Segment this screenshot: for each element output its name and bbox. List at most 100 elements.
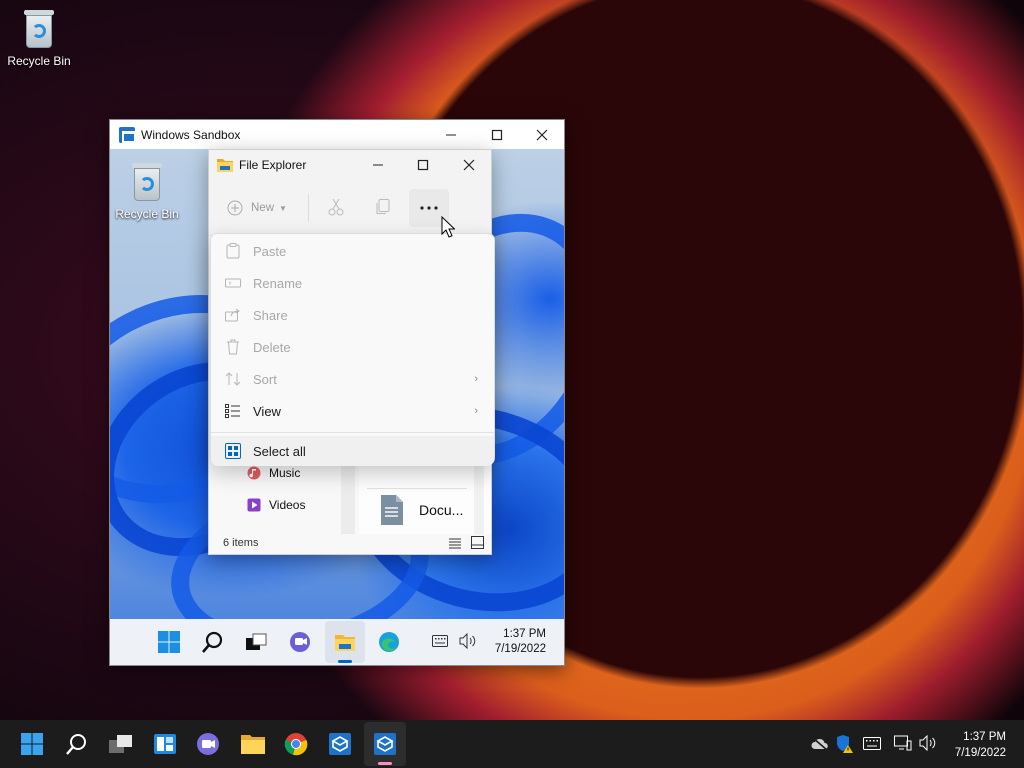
explorer-status-bar: 6 items <box>209 534 491 554</box>
chevron-right-icon: › <box>474 373 478 385</box>
explorer-minimize-button[interactable] <box>355 150 401 180</box>
menu-item-sort[interactable]: Sort › <box>211 363 494 395</box>
mouse-pointer-icon <box>441 216 455 238</box>
menu-item-share[interactable]: Share <box>211 299 494 331</box>
menu-item-paste[interactable]: Paste <box>211 235 494 267</box>
nav-item-music[interactable]: Music <box>247 466 300 480</box>
menu-item-label: View <box>253 403 281 419</box>
desktop-recycle-bin[interactable]: Recycle Bin <box>4 8 74 68</box>
security-warning-icon[interactable] <box>836 734 854 754</box>
maximize-icon <box>417 159 429 171</box>
search-icon[interactable] <box>201 630 225 654</box>
chat-icon[interactable] <box>196 732 220 756</box>
select-all-icon <box>225 443 241 459</box>
document-icon <box>381 495 403 525</box>
host-date: 7/19/2022 <box>954 747 1006 759</box>
explorer-maximize-button[interactable] <box>400 150 446 180</box>
volume-icon[interactable] <box>919 735 939 751</box>
sandbox-maximize-button[interactable] <box>474 120 520 149</box>
host-clock[interactable]: 1:37 PM 7/19/2022 <box>944 729 1006 761</box>
menu-item-rename[interactable]: Rename <box>211 267 494 299</box>
divider <box>367 488 467 489</box>
keyboard-icon[interactable] <box>432 635 448 647</box>
menu-item-label: Delete <box>253 339 291 355</box>
start-icon[interactable] <box>21 733 43 755</box>
copy-icon[interactable] <box>374 198 392 216</box>
plus-circle-icon <box>227 200 243 216</box>
menu-item-delete[interactable]: Delete <box>211 331 494 363</box>
menu-item-label: Paste <box>253 243 287 259</box>
task-view-icon[interactable] <box>108 732 134 756</box>
sandbox-titlebar[interactable]: Windows Sandbox <box>110 120 564 149</box>
close-icon <box>463 159 475 171</box>
file-explorer-icon[interactable] <box>333 630 357 654</box>
new-label: New <box>251 202 275 214</box>
start-icon[interactable] <box>157 630 181 654</box>
cut-icon[interactable] <box>327 198 345 216</box>
maximize-icon <box>491 129 503 140</box>
explorer-close-button[interactable] <box>446 150 492 180</box>
sandbox-clock[interactable]: 1:37 PM 7/19/2022 <box>480 627 546 657</box>
menu-item-label: Share <box>253 307 288 323</box>
file-item-label: Docu... <box>419 502 464 518</box>
recycle-bin-icon <box>130 161 164 203</box>
close-icon <box>536 129 548 140</box>
nav-item-label: Music <box>269 466 301 480</box>
network-icon[interactable] <box>894 735 912 751</box>
sandbox-minimize-button[interactable] <box>428 120 474 149</box>
sandbox-date: 7/19/2022 <box>494 643 546 655</box>
explorer-titlebar[interactable]: File Explorer <box>209 150 491 180</box>
sandbox-recycle-bin[interactable]: Recycle Bin <box>112 161 182 221</box>
host-taskbar: 1:37 PM 7/19/2022 <box>0 720 1024 768</box>
sandbox-icon[interactable] <box>328 732 352 756</box>
new-button[interactable]: New ▼ <box>227 196 287 220</box>
tiles-view-icon[interactable] <box>471 536 484 549</box>
pane-splitter[interactable] <box>341 460 355 534</box>
widgets-icon[interactable] <box>153 732 177 756</box>
minimize-icon <box>373 164 383 166</box>
nav-item-videos[interactable]: Videos <box>247 498 305 512</box>
explorer-title: File Explorer <box>239 158 307 172</box>
menu-item-label: Rename <box>253 275 303 291</box>
chevron-right-icon: › <box>474 405 478 417</box>
edge-icon[interactable] <box>377 630 401 654</box>
details-view-icon[interactable] <box>449 537 461 549</box>
sort-icon <box>225 371 241 387</box>
menu-item-view[interactable]: View › <box>211 395 494 427</box>
menu-item-label: Sort <box>253 371 277 387</box>
file-item-document[interactable]: Docu... <box>379 494 463 526</box>
keyboard-icon[interactable] <box>863 737 881 750</box>
volume-icon[interactable] <box>459 633 477 649</box>
chevron-down-icon: ▼ <box>279 203 287 213</box>
videos-icon <box>247 498 261 512</box>
host-time: 1:37 PM <box>963 731 1006 743</box>
ellipsis-icon <box>420 206 438 210</box>
divider <box>308 194 309 222</box>
rename-icon <box>225 275 241 291</box>
view-icon <box>225 403 241 419</box>
chrome-icon[interactable] <box>284 732 308 756</box>
item-count: 6 items <box>223 537 259 549</box>
recycle-bin-icon <box>22 8 56 50</box>
task-view-icon[interactable] <box>244 630 268 654</box>
sandbox-close-button[interactable] <box>519 120 565 149</box>
sandbox-running-icon[interactable] <box>373 732 397 756</box>
sandbox-recycle-bin-label: Recycle Bin <box>115 207 179 221</box>
search-icon[interactable] <box>65 732 89 756</box>
cloud-offline-icon[interactable] <box>811 737 829 751</box>
sandbox-app-icon <box>119 126 136 143</box>
active-indicator <box>338 660 352 663</box>
nav-item-label: Videos <box>269 498 306 512</box>
share-icon <box>225 307 241 323</box>
menu-item-label: Select all <box>253 443 306 459</box>
menu-separator <box>211 432 494 433</box>
sandbox-time: 1:37 PM <box>503 628 546 640</box>
file-explorer-icon[interactable] <box>240 732 266 756</box>
trash-icon <box>225 339 241 355</box>
see-more-menu: Paste Rename Share Delete Sort › View › <box>210 233 495 466</box>
menu-item-select-all[interactable]: Select all <box>211 436 494 466</box>
minimize-icon <box>446 134 456 135</box>
chat-icon[interactable] <box>288 630 312 654</box>
folder-icon <box>217 159 233 172</box>
recycle-bin-label: Recycle Bin <box>7 54 71 68</box>
